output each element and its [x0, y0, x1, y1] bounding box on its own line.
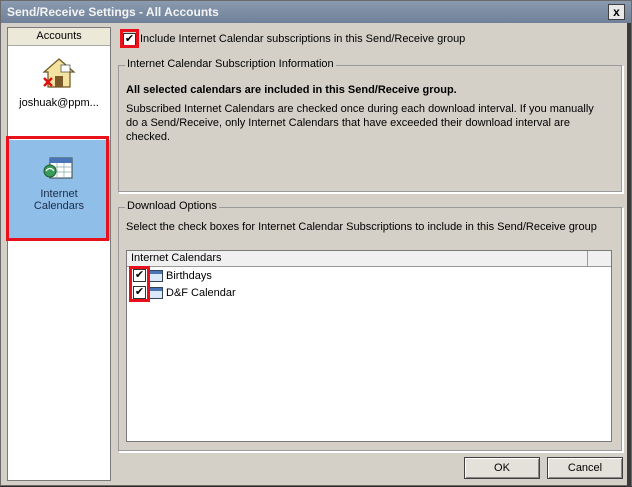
subscription-info-bold-text: All selected calendars are included in t… — [126, 84, 457, 96]
title-bar: Send/Receive Settings - All Accounts x — [1, 1, 631, 23]
sidebar-item-account[interactable]: joshuak@ppm... — [8, 54, 110, 134]
calendar-icon — [149, 286, 163, 299]
download-options-group: Download Options Select the check boxes … — [118, 200, 623, 452]
column-separator — [587, 251, 588, 266]
close-button[interactable]: x — [608, 4, 625, 20]
include-subscriptions-row[interactable]: ✔ Include Internet Calendar subscription… — [123, 30, 465, 48]
cancel-button[interactable]: Cancel — [547, 457, 623, 479]
highlight-calendar-checkboxes — [129, 266, 150, 302]
download-options-legend: Download Options — [125, 200, 219, 212]
highlight-internet-calendars — [6, 136, 109, 241]
ok-button[interactable]: OK — [464, 457, 540, 479]
calendar-name: Birthdays — [166, 269, 212, 282]
send-receive-settings-window: Send/Receive Settings - All Accounts x A… — [0, 0, 632, 487]
list-item-birthdays[interactable]: ✔ Birthdays — [127, 267, 611, 284]
calendar-icon — [149, 269, 163, 282]
accounts-header: Accounts — [8, 28, 110, 46]
list-header-label: Internet Calendars — [131, 252, 222, 264]
calendar-name: D&F Calendar — [166, 286, 236, 299]
account-icon — [42, 58, 76, 88]
highlight-include-checkbox — [120, 29, 139, 48]
window-title: Send/Receive Settings - All Accounts — [7, 5, 219, 19]
internet-calendars-list[interactable]: Internet Calendars ✔ Birthdays ✔ D&F Cal… — [126, 250, 612, 442]
accounts-sidebar: Accounts joshuak@ppm... Internet Calenda… — [7, 27, 111, 481]
subscription-info-group: Internet Calendar Subscription Informati… — [118, 58, 623, 193]
list-column-header[interactable]: Internet Calendars — [127, 251, 611, 267]
list-item-df-calendar[interactable]: ✔ D&F Calendar — [127, 284, 611, 301]
download-options-text: Select the check boxes for Internet Cale… — [126, 221, 597, 233]
account-label: joshuak@ppm... — [19, 97, 99, 109]
subscription-info-text: Subscribed Internet Calendars are checke… — [126, 103, 594, 143]
subscription-info-legend: Internet Calendar Subscription Informati… — [125, 58, 336, 70]
include-subscriptions-label: Include Internet Calendar subscriptions … — [140, 33, 466, 45]
window-edge — [627, 23, 631, 487]
